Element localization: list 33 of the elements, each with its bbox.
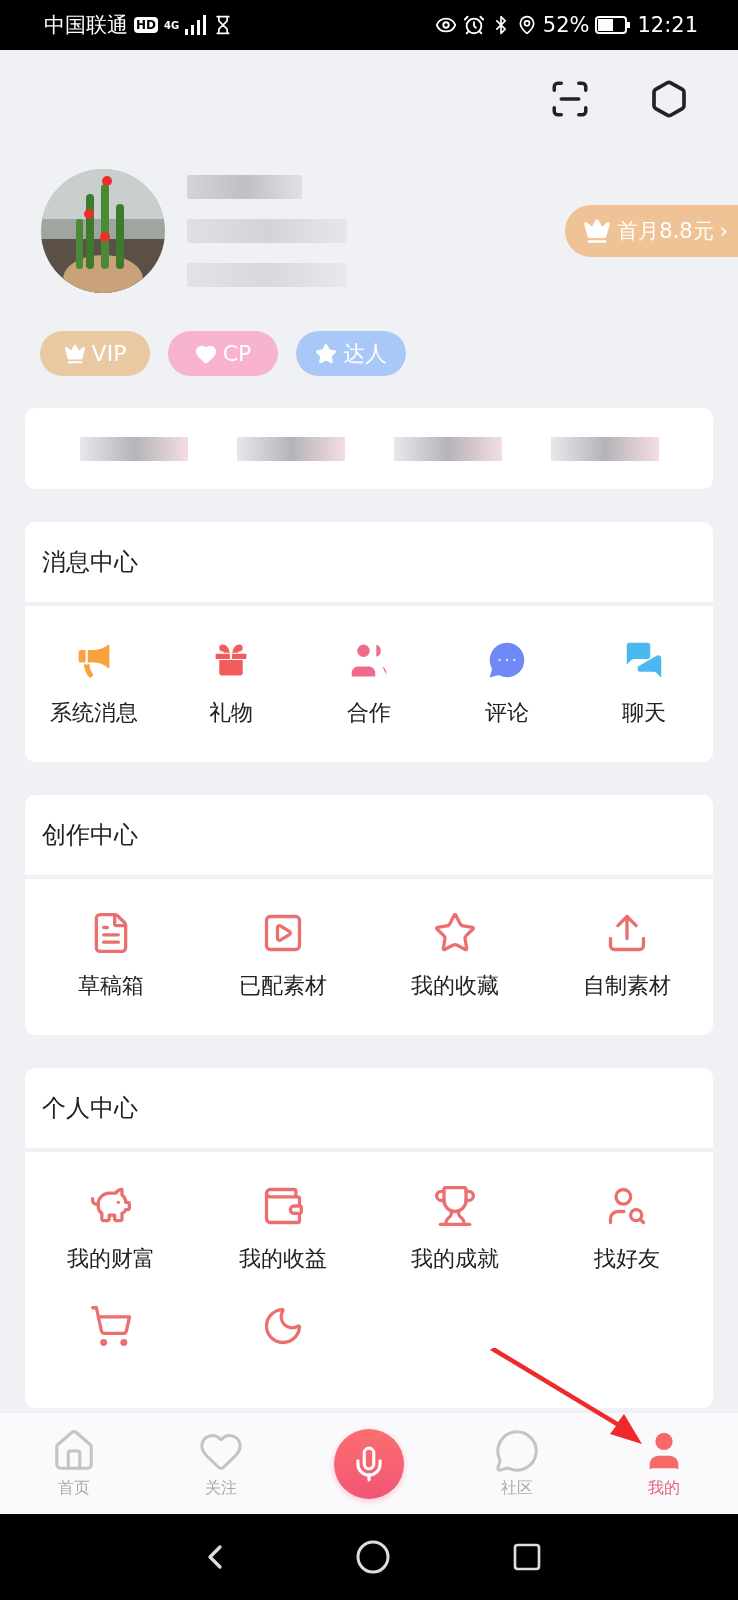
section-title: 创作中心 [42,820,138,851]
menu-label[interactable]: 聊天 [622,698,667,728]
battery-icon [595,16,632,34]
cart-icon[interactable] [89,1304,133,1348]
menu-label[interactable]: 合作 [347,698,391,728]
hd-badge: HD [134,17,158,33]
carrier-name: 中国联通 [44,12,128,39]
section-title: 消息中心 [42,547,138,578]
chat-bubble-icon [493,1428,540,1474]
crown-icon [583,216,612,245]
crown-icon [63,342,86,365]
menu-label[interactable]: 自制素材 [583,971,671,1001]
section-title: 个人中心 [42,1093,138,1124]
signal-icon [185,15,208,35]
trophy-icon[interactable] [433,1184,477,1228]
network-type: 4G [164,19,180,31]
menu-label[interactable]: 我的收益 [239,1244,327,1274]
menu-label[interactable]: 草稿箱 [78,971,144,1001]
menu-label[interactable]: 我的成就 [411,1244,499,1274]
menu-label[interactable]: 找好友 [594,1244,660,1274]
menu-label[interactable]: 已配素材 [239,971,327,1001]
menu-label[interactable]: 我的财富 [67,1244,155,1274]
record-button[interactable] [334,1428,404,1499]
recents-icon[interactable] [511,1541,543,1573]
menu-label[interactable]: 评论 [484,698,529,728]
battery-percent: 52% [542,13,590,37]
clock-time: 12:21 [637,13,698,37]
menu-label[interactable]: 我的收藏 [411,971,499,1001]
menu-label[interactable]: 礼物 [209,698,254,728]
menu-label[interactable]: 系统消息 [49,698,138,728]
alarm-icon [462,14,485,36]
home-circle-icon[interactable] [355,1539,391,1575]
star-icon [315,342,337,365]
